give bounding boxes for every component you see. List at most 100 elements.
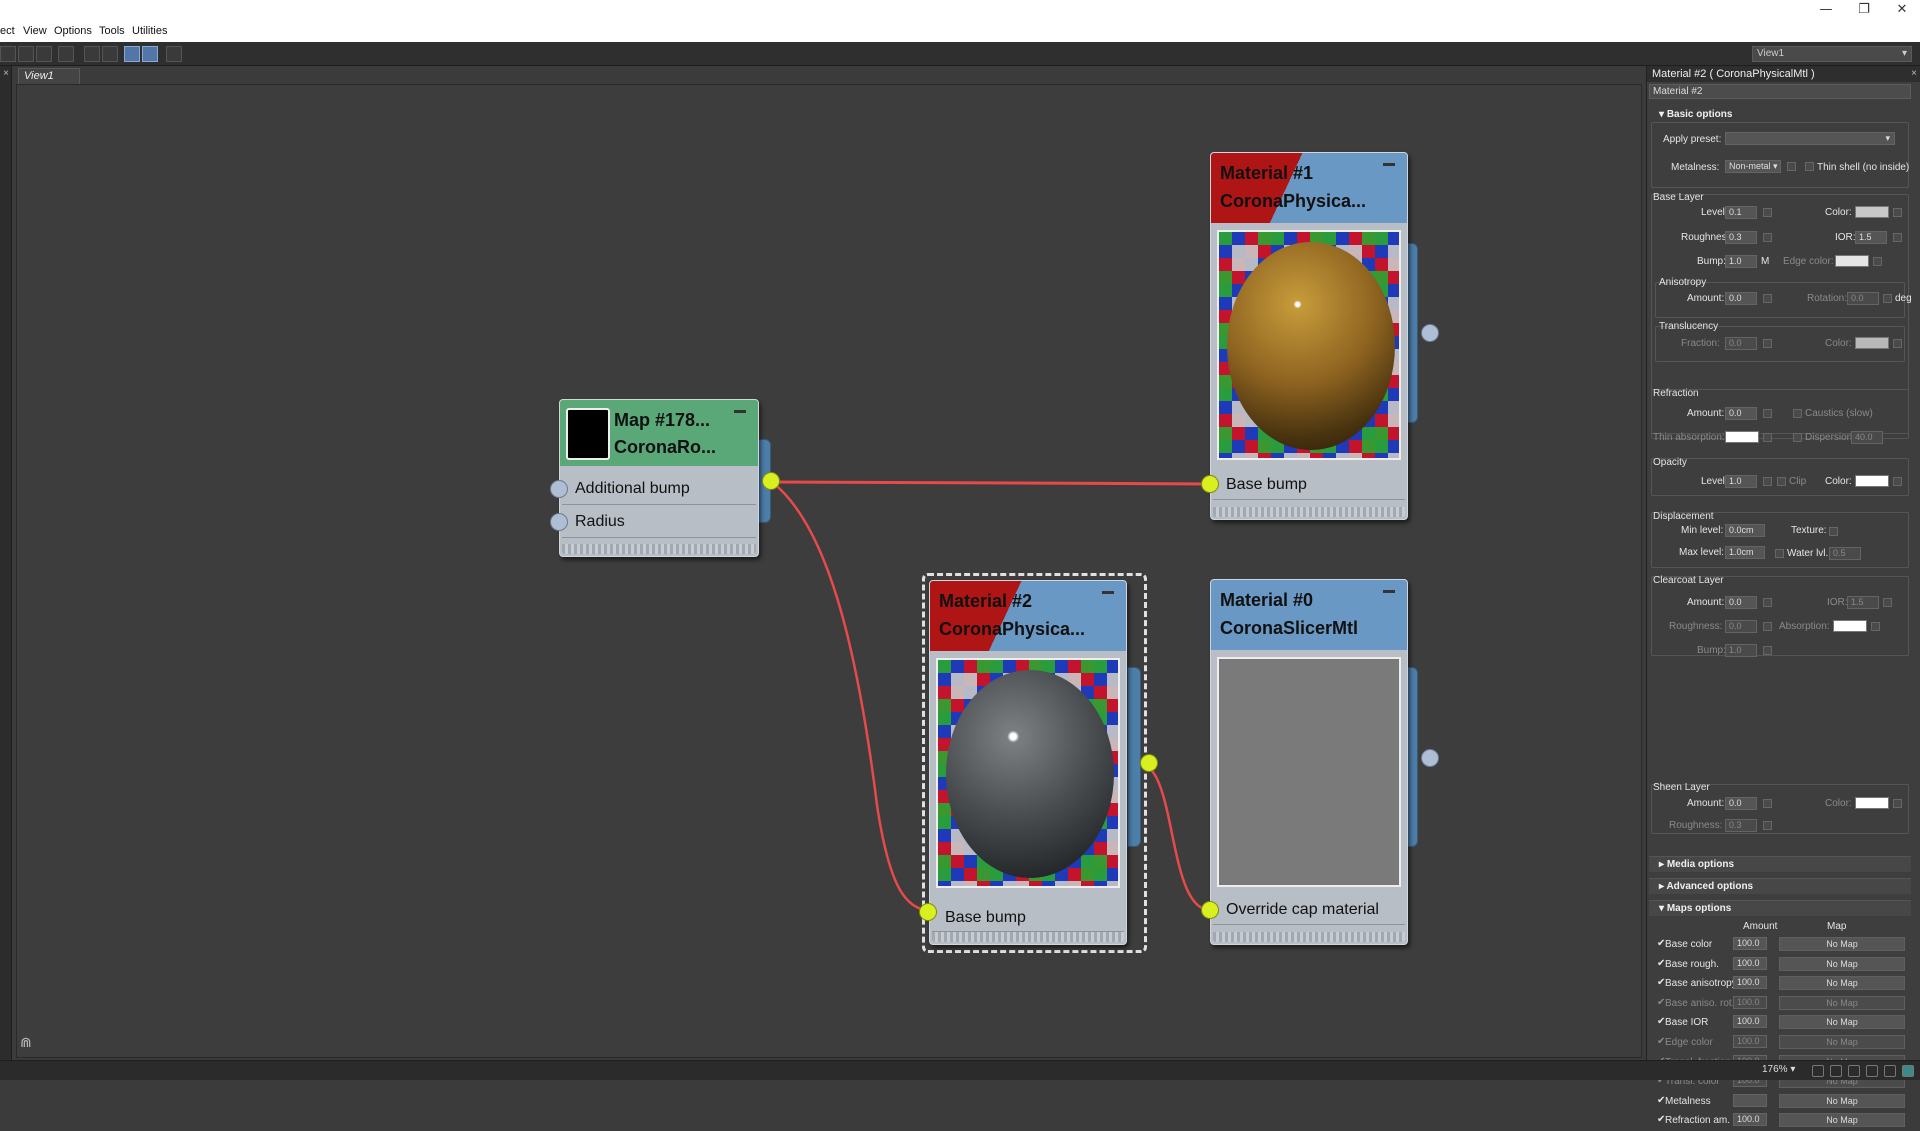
map-amount-spinner[interactable]: 100.0 xyxy=(1733,1113,1767,1127)
map-slot-button[interactable]: No Map xyxy=(1779,1093,1905,1108)
map-amount-spinner[interactable]: 100.0 xyxy=(1733,976,1767,990)
view-selector[interactable]: View1 ▾ xyxy=(1752,46,1912,62)
cc-ior-spinner[interactable]: 1.5 xyxy=(1847,596,1879,609)
texture-checkbox[interactable] xyxy=(1829,527,1838,536)
map-slot-button[interactable]: No Map xyxy=(1779,995,1905,1010)
transl-color-checkbox[interactable] xyxy=(1893,339,1902,348)
input-port-base-bump[interactable] xyxy=(919,903,937,921)
color-map-checkbox[interactable] xyxy=(1893,208,1902,217)
transl-color-swatch[interactable] xyxy=(1855,337,1889,349)
cc-ior-checkbox[interactable] xyxy=(1883,598,1892,607)
roughness-map-checkbox[interactable] xyxy=(1763,233,1772,242)
menu-utilities[interactable]: Utilities xyxy=(132,25,167,37)
map-slot-button[interactable]: No Map xyxy=(1779,956,1905,971)
bump-spinner[interactable]: 1.0 xyxy=(1725,255,1757,268)
max-level-spinner[interactable]: 1.0cm xyxy=(1725,546,1765,559)
caustics-checkbox[interactable] xyxy=(1793,409,1802,418)
minimize-button[interactable]: — xyxy=(1806,0,1846,22)
map-amount-spinner[interactable]: 100.0 xyxy=(1733,1035,1767,1048)
rollout-advanced-options[interactable]: ▸ Advanced options xyxy=(1649,878,1911,894)
input-port-additional-bump[interactable] xyxy=(550,480,568,498)
menu-select[interactable]: ect xyxy=(0,25,15,37)
restore-button[interactable]: ❐ xyxy=(1844,0,1884,22)
map-slot-button[interactable]: No Map xyxy=(1779,937,1905,951)
layout-all-icon[interactable] xyxy=(102,46,118,62)
lay-out-children-icon[interactable] xyxy=(84,46,100,62)
close-button[interactable]: ✕ xyxy=(1882,0,1920,22)
thin-absorption-checkbox[interactable] xyxy=(1763,433,1772,442)
collapse-icon[interactable] xyxy=(1102,591,1114,594)
refr-amount-checkbox[interactable] xyxy=(1763,409,1772,418)
collapse-icon[interactable] xyxy=(734,410,746,413)
aniso-amount-spinner[interactable]: 0.0 xyxy=(1725,292,1757,305)
sh-color-checkbox[interactable] xyxy=(1893,799,1902,808)
pick-material-icon[interactable] xyxy=(166,46,182,62)
fraction-checkbox[interactable] xyxy=(1763,339,1772,348)
op-color-swatch[interactable] xyxy=(1855,475,1889,487)
node-material-2[interactable]: Material #2 CoronaPhysica... Base bump xyxy=(929,580,1127,945)
zoom-selected-icon[interactable] xyxy=(1884,1065,1896,1077)
node-material-1[interactable]: Material #1 CoronaPhysica... Base bump xyxy=(1210,152,1408,520)
output-port-mat0[interactable] xyxy=(1421,749,1439,767)
apply-preset-dropdown[interactable]: ▾ xyxy=(1725,132,1895,145)
cc-bump-spinner[interactable]: 1.0 xyxy=(1725,644,1757,657)
input-port-radius[interactable] xyxy=(550,513,568,531)
move-tool-icon[interactable] xyxy=(18,46,34,62)
map-amount-spinner[interactable] xyxy=(1733,1093,1767,1107)
lock-icon[interactable]: ⋒ xyxy=(20,1034,32,1051)
thin-absorption-swatch[interactable] xyxy=(1725,431,1759,443)
ior-spinner[interactable]: 1.5 xyxy=(1855,231,1887,244)
sh-amount-checkbox[interactable] xyxy=(1763,799,1772,808)
level-map-checkbox[interactable] xyxy=(1763,208,1772,217)
cc-amount-checkbox[interactable] xyxy=(1763,598,1772,607)
sh-amount-spinner[interactable]: 0.0 xyxy=(1725,797,1757,810)
collapse-icon[interactable] xyxy=(1383,163,1395,166)
metalness-dropdown[interactable]: Non-metal ▾ xyxy=(1725,160,1781,173)
sh-roughness-spinner[interactable]: 0.3 xyxy=(1725,819,1757,832)
zoom-region-icon[interactable] xyxy=(1848,1065,1860,1077)
close-view-icon[interactable]: × xyxy=(0,68,12,82)
op-level-checkbox[interactable] xyxy=(1763,477,1772,486)
menu-view[interactable]: View xyxy=(23,25,47,37)
view-tab[interactable]: View1 xyxy=(18,68,80,84)
refr-amount-spinner[interactable]: 0.0 xyxy=(1725,407,1757,420)
absorption-swatch[interactable] xyxy=(1833,620,1867,632)
output-port-map[interactable] xyxy=(762,472,780,490)
zoom-dropdown[interactable]: 176% ▾ xyxy=(1762,1064,1795,1075)
select-tool-icon[interactable] xyxy=(0,46,16,62)
roughness-spinner[interactable]: 0.3 xyxy=(1725,231,1757,244)
clip-checkbox[interactable] xyxy=(1777,477,1786,486)
close-icon[interactable]: × xyxy=(1911,66,1917,82)
node-map-178[interactable]: Map #178... CoronaRo... Additional bump … xyxy=(559,399,759,557)
dispersion-checkbox[interactable] xyxy=(1793,433,1802,442)
layout-icon[interactable] xyxy=(36,46,52,62)
ior-map-checkbox[interactable] xyxy=(1893,233,1902,242)
cc-bump-checkbox[interactable] xyxy=(1763,646,1772,655)
sh-roughness-checkbox[interactable] xyxy=(1763,821,1772,830)
pan-icon[interactable] xyxy=(1812,1065,1824,1077)
water-level-checkbox[interactable] xyxy=(1775,549,1784,558)
map-slot-button[interactable]: No Map xyxy=(1779,976,1905,991)
edge-color-map-checkbox[interactable] xyxy=(1873,257,1882,266)
level-spinner[interactable]: 0.1 xyxy=(1725,206,1757,219)
cc-amount-spinner[interactable]: 0.0 xyxy=(1725,596,1757,609)
material-editor-icon[interactable] xyxy=(124,46,140,62)
map-amount-spinner[interactable]: 100.0 xyxy=(1733,995,1767,1009)
map-amount-spinner[interactable]: 100.0 xyxy=(1733,1015,1767,1029)
rollout-basic-options[interactable]: ▾ Basic options xyxy=(1659,109,1732,120)
cc-roughness-checkbox[interactable] xyxy=(1763,622,1772,631)
thin-shell-checkbox[interactable] xyxy=(1805,162,1814,171)
rotation-checkbox[interactable] xyxy=(1883,294,1892,303)
water-level-spinner[interactable]: 0.5 xyxy=(1829,547,1861,560)
output-port-mat2[interactable] xyxy=(1140,754,1158,772)
rollout-maps-options[interactable]: ▾ Maps options xyxy=(1649,900,1911,916)
map-slot-button[interactable]: No Map xyxy=(1779,1015,1905,1030)
sheen-color-swatch[interactable] xyxy=(1855,797,1889,809)
zoom-icon[interactable] xyxy=(1830,1065,1842,1077)
map-amount-spinner[interactable]: 100.0 xyxy=(1733,937,1767,950)
node-material-0[interactable]: Material #0 CoronaSlicerMtl Override cap… xyxy=(1210,579,1408,945)
parameter-editor-icon[interactable] xyxy=(142,46,158,62)
rotation-spinner[interactable]: 0.0 xyxy=(1847,292,1879,305)
node-canvas[interactable]: Map #178... CoronaRo... Additional bump … xyxy=(16,84,1642,1058)
input-port-override-cap[interactable] xyxy=(1201,901,1219,919)
